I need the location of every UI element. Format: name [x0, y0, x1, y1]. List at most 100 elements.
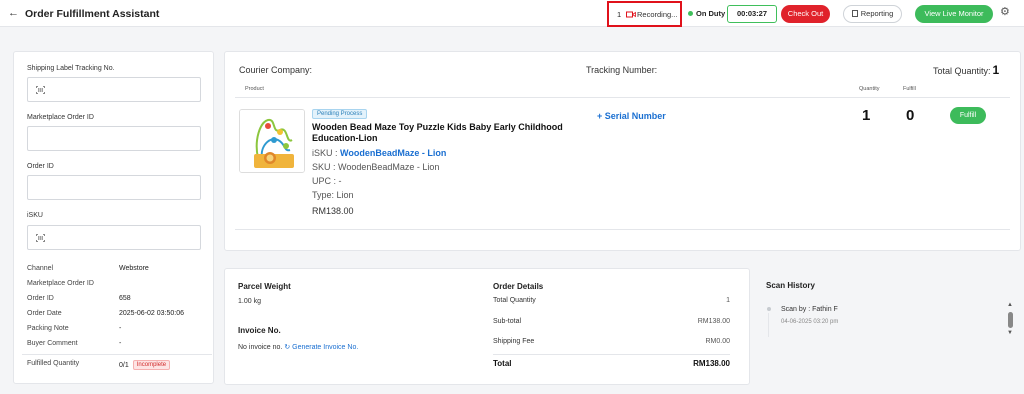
- order-items-panel: Courier Company: Tracking Number: Total …: [224, 51, 1021, 251]
- info-value: -: [119, 340, 122, 347]
- order-total-row: Total RM138.00: [493, 359, 730, 369]
- order-detail-value: 1: [726, 297, 730, 304]
- recording-label: Recording...: [637, 10, 678, 19]
- info-row-marketplace-order-id: Marketplace Order ID: [27, 280, 207, 290]
- order-detail-key: Shipping Fee: [493, 338, 535, 345]
- order-detail-value: RM0.00: [705, 338, 730, 345]
- info-row-order-date: Order Date 2025-06-02 03:50:06: [27, 310, 207, 320]
- generate-invoice-link[interactable]: ↻ Generate Invoice No.: [284, 344, 358, 351]
- check-out-button[interactable]: Check Out: [781, 5, 830, 23]
- product-upc: UPC : -: [312, 176, 342, 186]
- product-thumbnail: [239, 109, 305, 173]
- barcode-scan-icon: [36, 234, 45, 242]
- order-id-label: Order ID: [27, 163, 54, 170]
- order-detail-key: Sub-total: [493, 318, 522, 325]
- scan-history-title: Scan History: [766, 281, 815, 290]
- marketplace-order-id-input[interactable]: [27, 126, 201, 151]
- total-quantity: Total Quantity: 1: [933, 63, 999, 77]
- duty-status-dot: [688, 11, 693, 16]
- column-header-product: Product: [245, 86, 264, 92]
- fulfilled-quantity-value: 0/1: [119, 362, 129, 369]
- product-name: Wooden Bead Maze Toy Puzzle Kids Baby Ea…: [312, 122, 563, 143]
- info-key: Fulfilled Quantity: [27, 360, 80, 367]
- invoice-number-value: No invoice no. ↻ Generate Invoice No.: [238, 343, 358, 351]
- status-badge: Pending Process: [312, 109, 368, 119]
- reporting-button[interactable]: Reporting: [843, 5, 902, 23]
- timeline-line: [768, 313, 769, 337]
- isku-label: iSKU :: [312, 148, 338, 158]
- info-value: 658: [119, 295, 131, 302]
- generate-invoice-label: Generate Invoice No.: [292, 344, 359, 351]
- info-row-order-id: Order ID 658: [27, 295, 207, 305]
- scan-input-panel: Shipping Label Tracking No. Marketplace …: [13, 51, 214, 384]
- recording-count: 1: [617, 10, 622, 19]
- parcel-order-details-panel: Parcel Weight 1.00 kg Invoice No. No inv…: [224, 268, 750, 385]
- add-serial-number-link[interactable]: + Serial Number: [597, 111, 666, 121]
- scroll-down-arrow-icon[interactable]: ▼: [1007, 330, 1013, 336]
- scrollbar-thumb[interactable]: [1008, 312, 1013, 328]
- table-divider: [235, 229, 1010, 230]
- info-key: Order ID: [27, 295, 54, 302]
- arrow-left-icon[interactable]: ←: [8, 7, 19, 19]
- timeline-dot: [767, 307, 771, 311]
- status-badge: Incomplete: [132, 360, 171, 370]
- info-value: -: [119, 325, 122, 332]
- column-header-fulfill: Fulfill: [903, 86, 916, 92]
- divider: [22, 354, 212, 355]
- isku-input[interactable]: [27, 225, 201, 250]
- total-quantity-value: 1: [992, 63, 1000, 77]
- scan-history-entry: Scan by : Fathin F: [781, 306, 838, 313]
- info-key: Buyer Comment: [27, 340, 78, 347]
- info-key: Marketplace Order ID: [27, 280, 94, 287]
- page-title: Order Fulfillment Assistant: [25, 8, 160, 20]
- column-header-quantity: Quantity: [859, 86, 880, 92]
- tracking-number-label: Tracking Number:: [586, 65, 658, 75]
- info-value: 0/1 Incomplete: [119, 360, 171, 370]
- info-row-fulfilled-quantity: Fulfilled Quantity 0/1 Incomplete: [27, 360, 207, 370]
- product-sku: SKU : WoodenBeadMaze - Lion: [312, 162, 440, 172]
- item-fulfilled-count: 0: [906, 107, 915, 124]
- marketplace-order-id-label: Marketplace Order ID: [27, 114, 94, 121]
- view-live-monitor-button[interactable]: View Live Monitor: [915, 5, 993, 23]
- scroll-up-arrow-icon[interactable]: ▲: [1007, 302, 1013, 308]
- item-quantity: 1: [862, 107, 871, 124]
- recording-indicator[interactable]: 1 Recording...: [607, 1, 682, 27]
- refresh-icon: ↻: [284, 344, 291, 351]
- isku-link[interactable]: WoodenBeadMaze - Lion: [340, 148, 446, 158]
- shipping-label-tracking-input[interactable]: [27, 77, 201, 102]
- order-total-value: RM138.00: [693, 359, 730, 368]
- fulfill-button[interactable]: Fulfill: [950, 107, 986, 124]
- order-detail-row: Sub-total RM138.00: [493, 318, 730, 328]
- total-quantity-label: Total Quantity:: [933, 66, 991, 76]
- order-detail-value: RM138.00: [697, 318, 730, 325]
- order-detail-row: Total Quantity 1: [493, 297, 730, 307]
- parcel-weight-value: 1.00 kg: [238, 298, 261, 305]
- parcel-weight-label: Parcel Weight: [238, 282, 291, 291]
- info-key: Order Date: [27, 310, 62, 317]
- document-icon: [851, 10, 858, 17]
- duty-status: On Duty: [696, 9, 726, 18]
- product-isku: iSKU : WoodenBeadMaze - Lion: [312, 148, 446, 158]
- order-details-label: Order Details: [493, 282, 544, 291]
- invoice-number-text: No invoice no.: [238, 344, 283, 351]
- duty-timer: 00:03:27: [727, 5, 777, 23]
- reporting-label: Reporting: [860, 9, 894, 18]
- order-detail-key: Total Quantity: [493, 297, 536, 304]
- info-key: Packing Note: [27, 325, 69, 332]
- scan-history-time: 04-06-2025 03:20 pm: [781, 319, 839, 325]
- isku-label: iSKU: [27, 212, 43, 219]
- info-value: Webstore: [119, 265, 149, 272]
- bead-maze-toy-image: [240, 110, 304, 172]
- info-row-buyer-comment: Buyer Comment -: [27, 340, 207, 350]
- divider: [493, 354, 730, 355]
- gear-icon[interactable]: ⚙: [1000, 6, 1010, 18]
- order-total-label: Total: [493, 359, 512, 368]
- order-id-input[interactable]: [27, 175, 201, 200]
- info-row-packing-note: Packing Note -: [27, 325, 207, 335]
- courier-company-label: Courier Company:: [239, 65, 313, 75]
- video-camera-icon: [626, 11, 636, 18]
- shipping-label-tracking-label: Shipping Label Tracking No.: [27, 65, 115, 72]
- top-bar: ← Order Fulfillment Assistant 1 Recordin…: [0, 0, 1024, 27]
- info-key: Channel: [27, 265, 54, 272]
- info-row-channel: Channel Webstore: [27, 265, 207, 275]
